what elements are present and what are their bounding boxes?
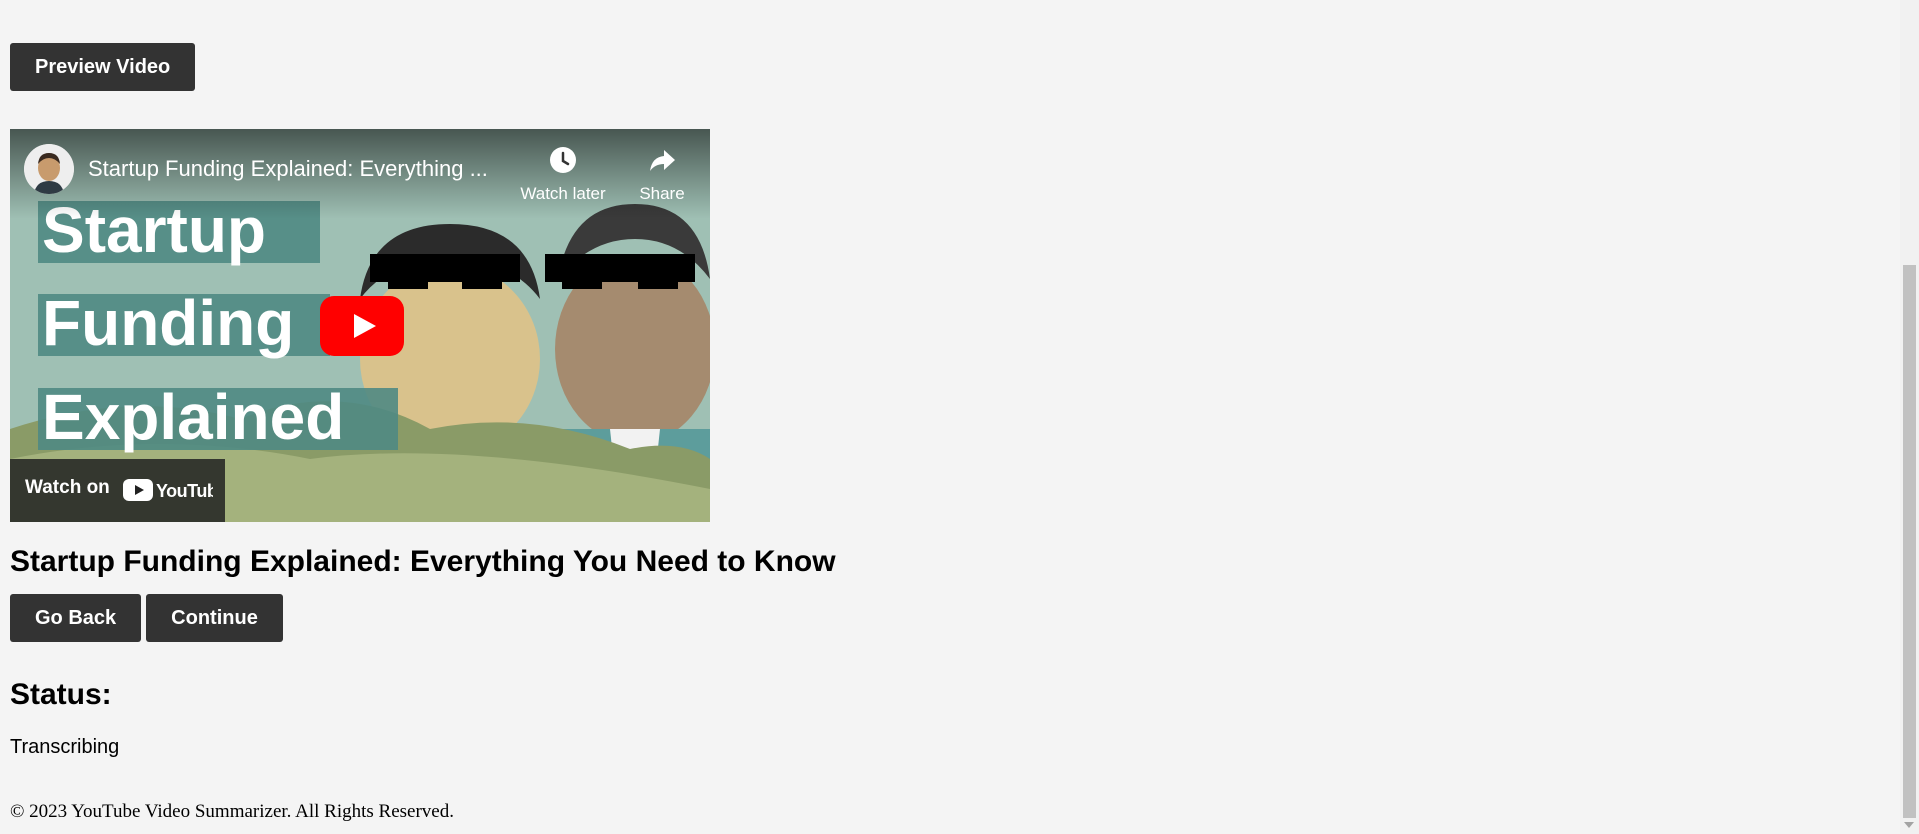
clock-icon <box>550 147 576 173</box>
watch-later-button[interactable]: Watch later <box>508 145 618 204</box>
share-button[interactable]: Share <box>622 145 702 204</box>
watch-on-label: Watch on <box>25 477 110 498</box>
channel-avatar[interactable] <box>24 144 74 194</box>
status-heading: Status: <box>10 678 112 711</box>
footer-copyright: © 2023 YouTube Video Summarizer. All Rig… <box>10 801 454 822</box>
thumb-word-3: Explained <box>42 381 344 453</box>
share-arrow-icon <box>650 150 675 171</box>
thumb-word-2: Funding <box>42 287 294 359</box>
page: Preview Video Startup Funding Explained … <box>0 0 1900 834</box>
youtube-embed[interactable]: Startup Funding Explained Startup Fundin… <box>10 129 710 522</box>
go-back-button[interactable]: Go Back <box>10 594 141 642</box>
preview-video-button[interactable]: Preview Video <box>10 43 195 91</box>
svg-text:YouTube: YouTube <box>156 481 213 501</box>
scrollbar-thumb[interactable] <box>1903 265 1916 818</box>
video-title[interactable]: Startup Funding Explained: Everything ..… <box>88 156 508 182</box>
continue-button[interactable]: Continue <box>146 594 283 642</box>
watch-later-label: Watch later <box>520 184 606 203</box>
status-value: Transcribing <box>10 736 120 758</box>
play-button[interactable] <box>320 296 404 356</box>
scroll-down-arrow-icon[interactable] <box>1904 822 1914 828</box>
page-scrollbar[interactable] <box>1900 0 1919 834</box>
watch-on-youtube-button[interactable]: Watch on YouTube <box>10 459 228 522</box>
play-icon <box>320 296 404 356</box>
share-label: Share <box>639 184 685 203</box>
video-heading: Startup Funding Explained: Everything Yo… <box>10 545 836 578</box>
youtube-logo-icon: YouTube <box>123 475 228 510</box>
